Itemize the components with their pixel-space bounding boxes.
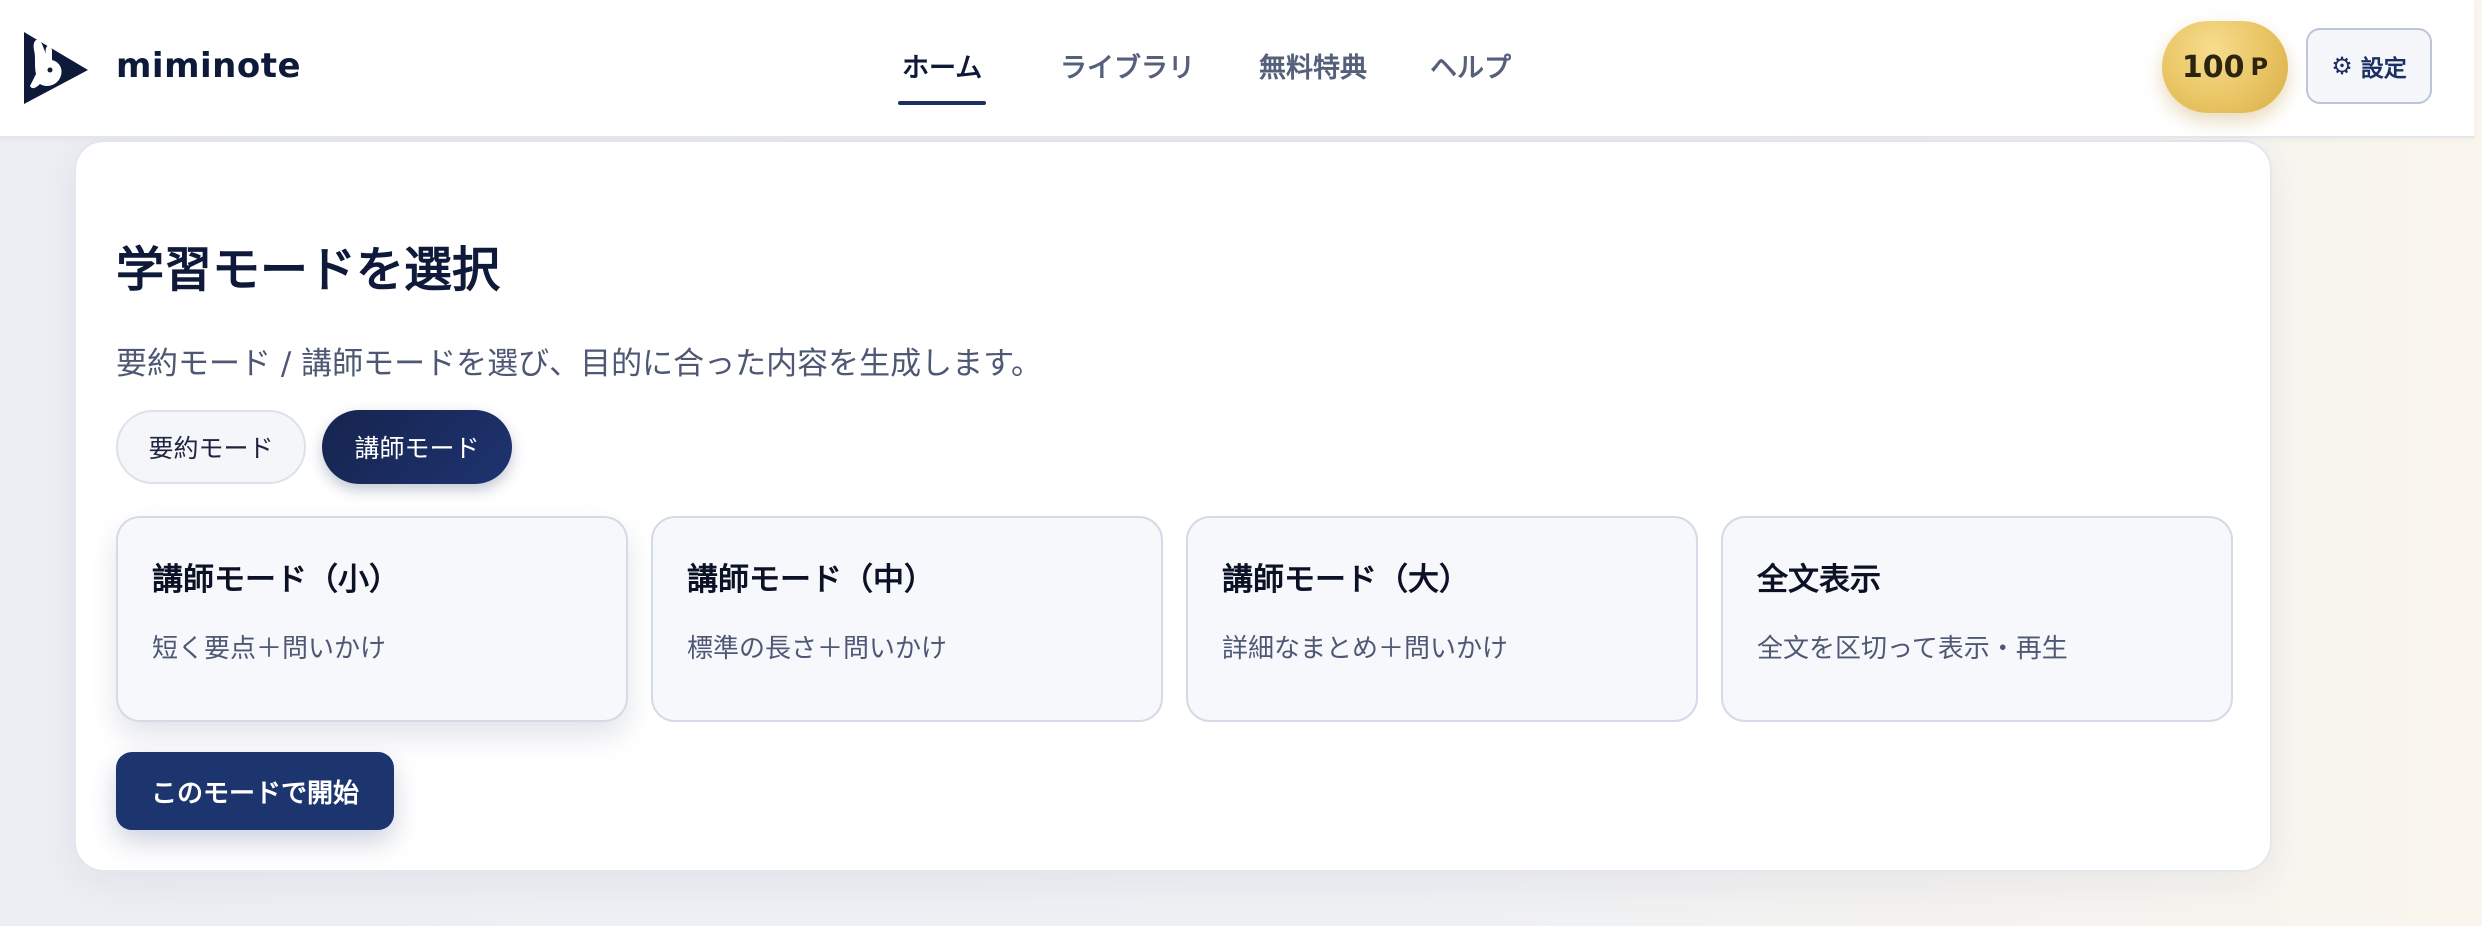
option-title: 講師モード（中） — [687, 562, 935, 598]
option-lecturer-medium[interactable]: 講師モード（中） 標準の長さ＋問いかけ — [651, 516, 1163, 722]
option-title: 講師モード（大） — [1222, 562, 1470, 598]
nav-item-free-bonus[interactable]: 無料特典 — [1259, 46, 1367, 105]
gear-icon: ⚙ — [2331, 52, 2353, 80]
start-mode-button[interactable]: このモードで開始 — [116, 752, 394, 830]
option-full-text[interactable]: 全文表示 全文を区切って表示・再生 — [1721, 516, 2233, 722]
option-lecturer-small[interactable]: 講師モード（小） 短く要点＋問いかけ — [116, 516, 628, 722]
points-value: 100 — [2181, 49, 2245, 85]
option-title: 全文表示 — [1757, 562, 1881, 598]
option-description: 標準の長さ＋問いかけ — [687, 634, 948, 664]
summary-mode-toggle[interactable]: 要約モード — [116, 410, 306, 484]
settings-button[interactable]: ⚙ 設定 — [2306, 28, 2432, 104]
brand-name[interactable]: miminote — [116, 46, 301, 86]
page-title: 学習モードを選択 — [116, 242, 501, 298]
option-title: 講師モード（小） — [152, 562, 400, 598]
option-lecturer-large[interactable]: 講師モード（大） 詳細なまとめ＋問いかけ — [1186, 516, 1698, 722]
mode-selection-card: 学習モードを選択 要約モード / 講師モードを選び、目的に合った内容を生成します… — [74, 140, 2272, 872]
nav-item-home[interactable]: ホーム — [897, 46, 987, 105]
option-description: 全文を区切って表示・再生 — [1757, 634, 2068, 664]
lecturer-mode-toggle[interactable]: 講師モード — [322, 410, 512, 484]
nav-item-help[interactable]: ヘルプ — [1430, 46, 1511, 105]
points-badge[interactable]: 100 P — [2162, 21, 2288, 113]
top-header: miminote ホーム ライブラリ 無料特典 ヘルプ 100 P ⚙ 設定 — [0, 0, 2474, 138]
nav-item-library[interactable]: ライブラリ — [1060, 46, 1195, 105]
page-subtitle: 要約モード / 講師モードを選び、目的に合った内容を生成します。 — [116, 346, 1043, 382]
rabbit-logo-icon[interactable] — [20, 28, 92, 106]
points-unit: P — [2250, 53, 2269, 81]
option-description: 短く要点＋問いかけ — [152, 634, 387, 664]
settings-label: 設定 — [2360, 56, 2407, 82]
option-description: 詳細なまとめ＋問いかけ — [1222, 634, 1509, 664]
